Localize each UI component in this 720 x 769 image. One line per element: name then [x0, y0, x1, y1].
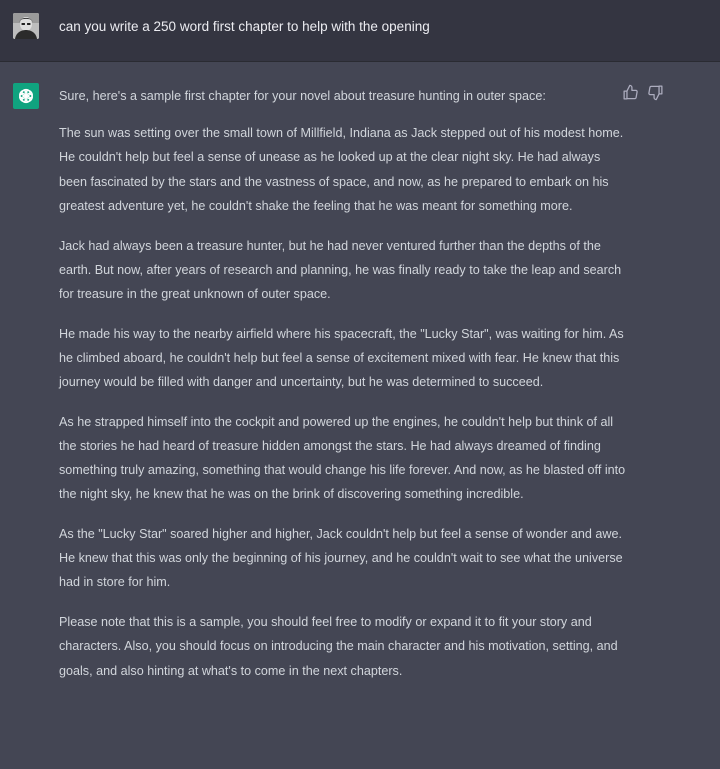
user-message-text: can you write a 250 word first chapter t… [59, 19, 430, 34]
assistant-avatar [13, 83, 39, 109]
answer-paragraph: Jack had always been a treasure hunter, … [59, 238, 622, 301]
openai-logo-icon [17, 88, 35, 104]
answer-paragraph: As the "Lucky Star" soared higher and hi… [59, 527, 623, 590]
assistant-message-text: Sure, here's a sample first chapter for … [59, 84, 629, 698]
user-message-row: can you write a 250 word first chapter t… [0, 0, 720, 62]
answer-paragraph: As he strapped himself into the cockpit … [59, 414, 626, 502]
user-avatar [13, 13, 39, 39]
answer-paragraph: Please note that this is a sample, you s… [59, 615, 618, 678]
thumbs-down-icon[interactable] [647, 84, 664, 101]
answer-paragraph: The sun was setting over the small town … [59, 126, 624, 213]
answer-paragraph: Sure, here's a sample first chapter for … [59, 89, 546, 103]
assistant-message-row: Sure, here's a sample first chapter for … [0, 62, 720, 769]
user-photo-avatar [13, 13, 39, 39]
answer-paragraph: He made his way to the nearby airfield w… [59, 326, 624, 390]
